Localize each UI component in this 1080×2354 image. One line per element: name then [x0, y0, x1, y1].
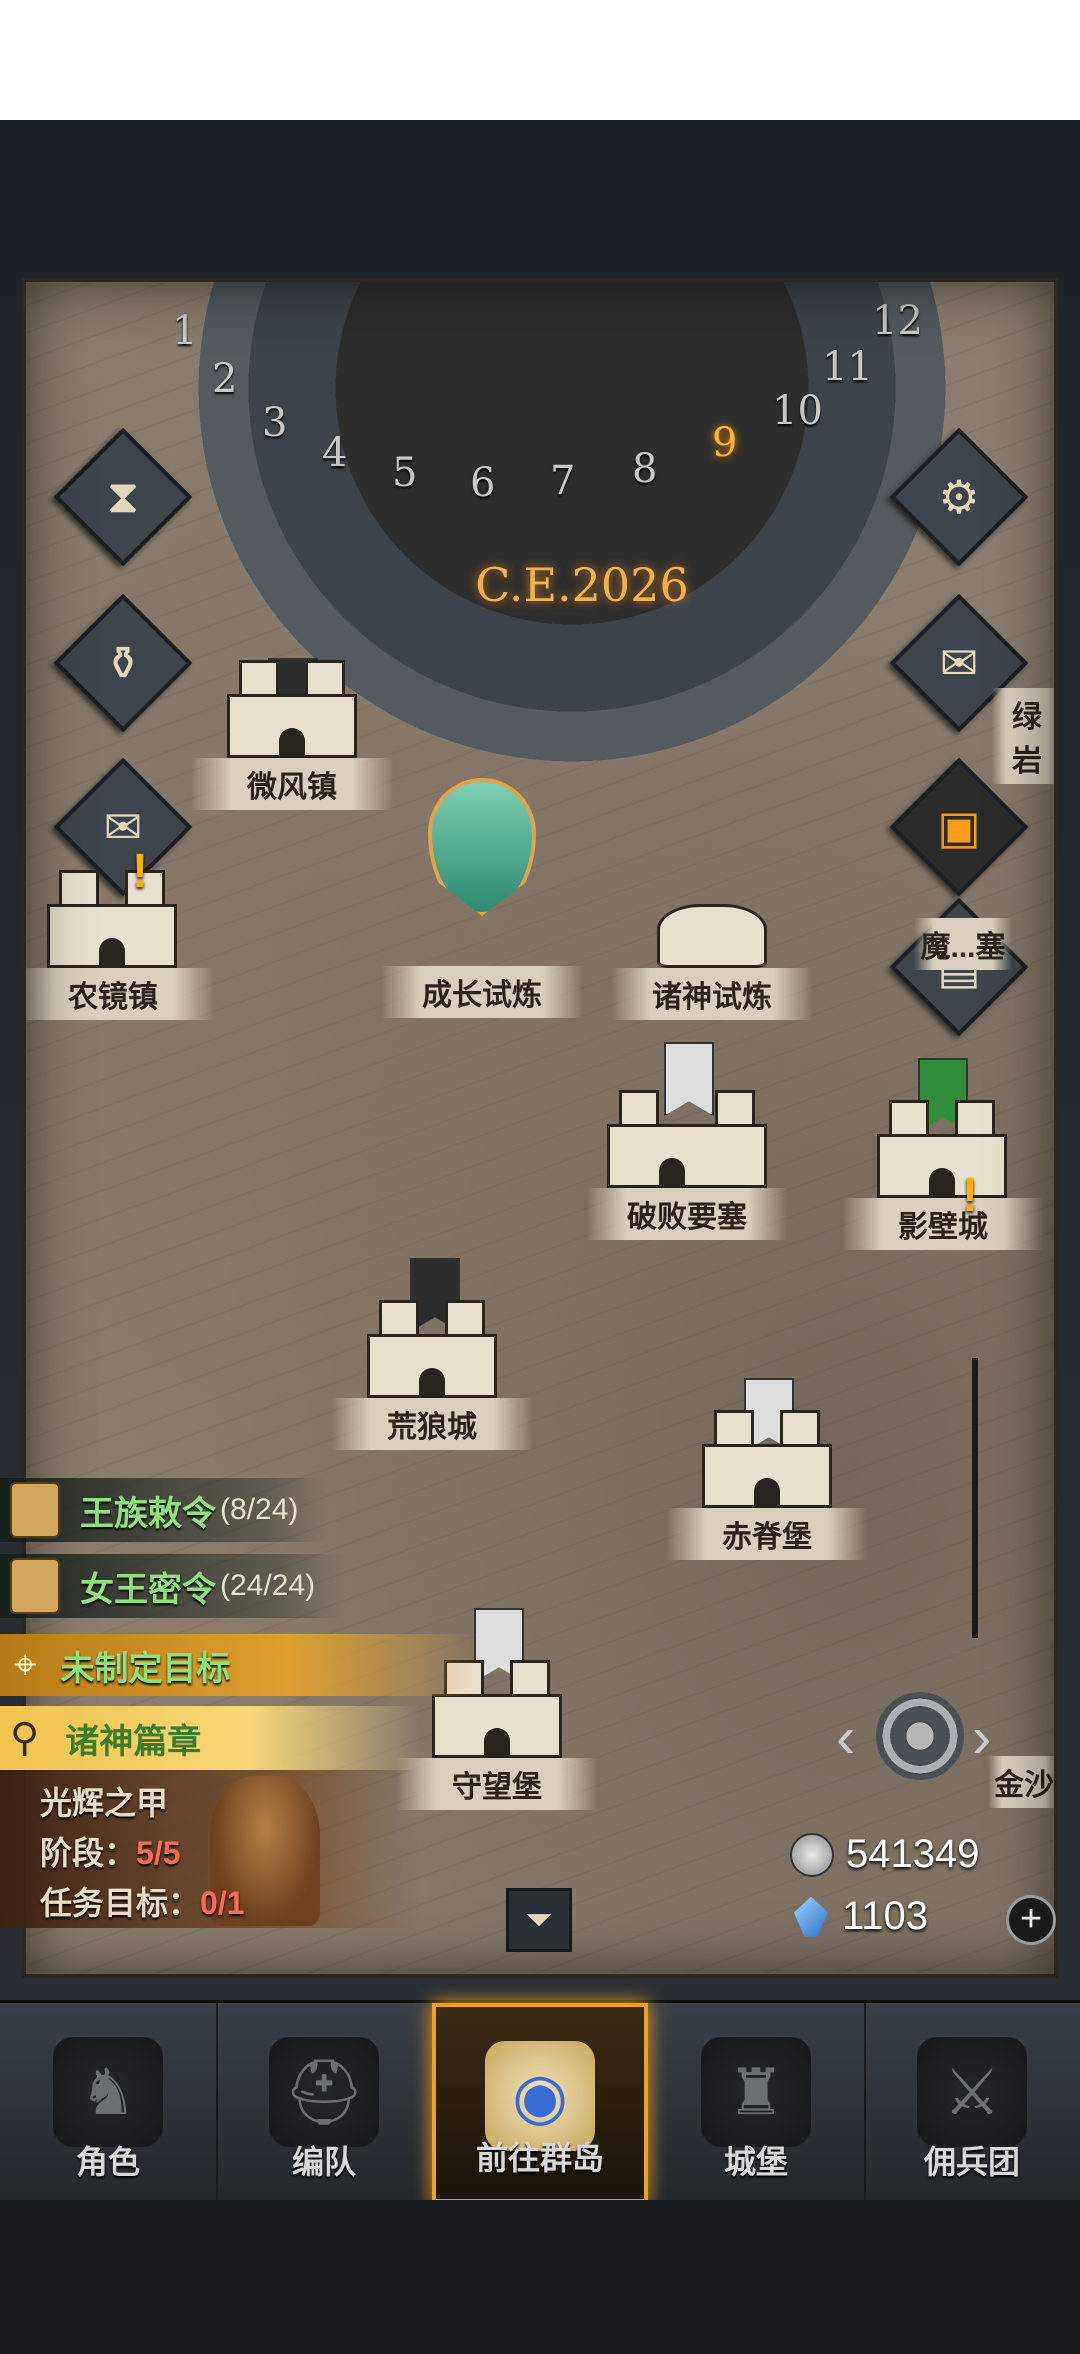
silver-counter: 541349	[790, 1832, 979, 1877]
location-ruined-fortress[interactable]: 破败要塞	[562, 1042, 812, 1240]
month-3[interactable]: 3	[262, 400, 287, 446]
chapter-label: 诸神篇章	[65, 1722, 202, 1761]
location-label: 赤脊堡	[666, 1508, 868, 1560]
alert-icon: !	[132, 845, 148, 898]
location-growth-trial[interactable]: 成长试炼	[342, 778, 622, 1018]
scroll-icon: ✉	[103, 801, 143, 853]
month-7[interactable]: 7	[550, 458, 575, 504]
money-bag-icon: ⚱	[103, 637, 143, 689]
location-nongjing[interactable]: 农镜镇	[22, 870, 214, 1020]
month-4[interactable]: 4	[322, 430, 347, 476]
knight-icon: ♞	[53, 2037, 163, 2147]
tab-label: 编队	[291, 2144, 356, 2180]
location-label: 绿岩	[992, 688, 1058, 784]
route-flag-pole	[972, 1358, 978, 1638]
month-6[interactable]: 6	[470, 460, 495, 506]
quest-title: 王族敕令	[80, 1494, 216, 1533]
location-label: 诸神试炼	[611, 968, 813, 1020]
location-huanglang-city[interactable]: 荒狼城	[322, 1258, 542, 1450]
city-icon	[357, 1300, 507, 1398]
arrow-right-icon: ›	[972, 1705, 992, 1770]
task-value: 0/1	[200, 1885, 245, 1921]
shop-icon: ▣	[937, 801, 981, 853]
alert-icon: !	[962, 1169, 978, 1222]
scroll-icon	[10, 1558, 60, 1614]
month-9-current[interactable]: 9	[712, 420, 737, 466]
silver-amount: 541349	[846, 1832, 980, 1876]
location-label: 影壁城	[842, 1198, 1044, 1250]
tab-castle[interactable]: ♜ 城堡	[648, 2003, 866, 2203]
story-task: 任务目标：0/1	[40, 1885, 245, 1921]
location-label: 破败要塞	[586, 1188, 788, 1240]
castle-icon: ♜	[701, 2037, 811, 2147]
gem-counter: 1103	[794, 1894, 928, 1939]
month-2[interactable]: 2	[212, 356, 237, 402]
player-marker	[428, 778, 536, 916]
location-label: 成长试炼	[381, 966, 583, 1018]
month-11[interactable]: 11	[822, 344, 873, 390]
story-stage: 阶段：5/5	[40, 1835, 181, 1871]
chapter-bar[interactable]: ⚲ 诸神篇章	[0, 1706, 420, 1770]
town-icon	[37, 870, 187, 968]
bottom-area	[0, 2200, 1080, 2354]
tab-formation[interactable]: ⛑ 编队	[216, 2003, 434, 2203]
arrow-left-icon: ‹	[836, 1705, 856, 1770]
location-mo-fortress[interactable]: 魔...塞	[868, 918, 1058, 970]
scroll-icon	[10, 1482, 60, 1538]
tab-label: 城堡	[723, 2144, 788, 2180]
tab-label: 前往群岛	[475, 2140, 604, 2176]
gear-icon: ⚙	[938, 471, 980, 523]
tab-label: 佣兵团	[923, 2144, 1020, 2180]
location-lvyan[interactable]: 绿岩	[992, 688, 1058, 784]
town-icon	[217, 660, 367, 758]
month-12[interactable]: 12	[872, 298, 923, 344]
crosshair-icon	[876, 1692, 964, 1780]
gem-amount: 1103	[842, 1894, 929, 1938]
story-panel[interactable]: 光辉之甲 阶段：5/5 任务目标：0/1	[0, 1770, 420, 1928]
month-8[interactable]: 8	[632, 446, 657, 492]
tab-label: 角色	[75, 2144, 140, 2180]
quest-count: (8/24)	[220, 1493, 299, 1526]
mercenary-icon: ⚔	[917, 2037, 1027, 2147]
location-label: 农镜镇	[22, 968, 214, 1020]
collapse-panel-button[interactable]: ⏷	[506, 1888, 572, 1952]
add-gems-button[interactable]: +	[1006, 1895, 1056, 1945]
status-bar-area	[0, 0, 1080, 120]
month-1[interactable]: 1	[172, 308, 197, 354]
bottom-nav: ♞ 角色 ⛑ 编队 ◉ 前往群岛 ♜ 城堡 ⚔ 佣兵团	[0, 2000, 1080, 2203]
quest-title: 女王密令	[80, 1570, 216, 1609]
tab-character[interactable]: ♞ 角色	[0, 2003, 218, 2203]
location-gods-trial[interactable]: 诸神试炼	[582, 878, 842, 1020]
fort-icon	[692, 1410, 842, 1508]
gem-icon	[794, 1896, 828, 1937]
story-name: 光辉之甲	[40, 1785, 169, 1821]
locate-button[interactable]: ‹ ›	[836, 1680, 1006, 1800]
location-label: 守望堡	[396, 1758, 598, 1810]
helmet-icon: ⛑	[269, 2037, 379, 2147]
month-5[interactable]: 5	[392, 450, 417, 496]
fortress-icon	[597, 1078, 777, 1188]
quest-count: (24/24)	[220, 1569, 316, 1602]
location-chiji-fort[interactable]: 赤脊堡	[662, 1378, 872, 1560]
goal-label: 未制定目标	[60, 1649, 231, 1688]
location-yingbi-city[interactable]: 影壁城	[842, 1058, 1044, 1250]
tab-go-to-islands[interactable]: ◉ 前往群岛	[432, 2003, 648, 2203]
year-label: C.E.2026	[475, 558, 689, 612]
quest-queen-secret-order[interactable]: 女王密令 (24/24)	[0, 1554, 346, 1618]
floating-island-icon	[647, 878, 777, 968]
location-label: 荒狼城	[331, 1398, 533, 1450]
mail-icon: ✉	[939, 637, 979, 689]
location-label: 魔...塞	[914, 918, 1012, 970]
tab-mercenary[interactable]: ⚔ 佣兵团	[864, 2003, 1080, 2203]
quest-royal-decree[interactable]: 王族敕令 (8/24)	[0, 1478, 329, 1542]
goal-bar[interactable]: ⌖ 未制定目标	[0, 1634, 480, 1696]
money-bag-button[interactable]: ⚱	[53, 593, 193, 733]
stage-value: 5/5	[136, 1835, 181, 1871]
month-10[interactable]: 10	[772, 388, 823, 434]
magnifier-icon: ⚲	[10, 1716, 40, 1760]
hourglass-icon: ⧗	[106, 470, 140, 522]
silver-coin-icon	[790, 1832, 834, 1877]
target-icon: ⌖	[14, 1642, 37, 1687]
city-icon	[867, 1100, 1017, 1198]
